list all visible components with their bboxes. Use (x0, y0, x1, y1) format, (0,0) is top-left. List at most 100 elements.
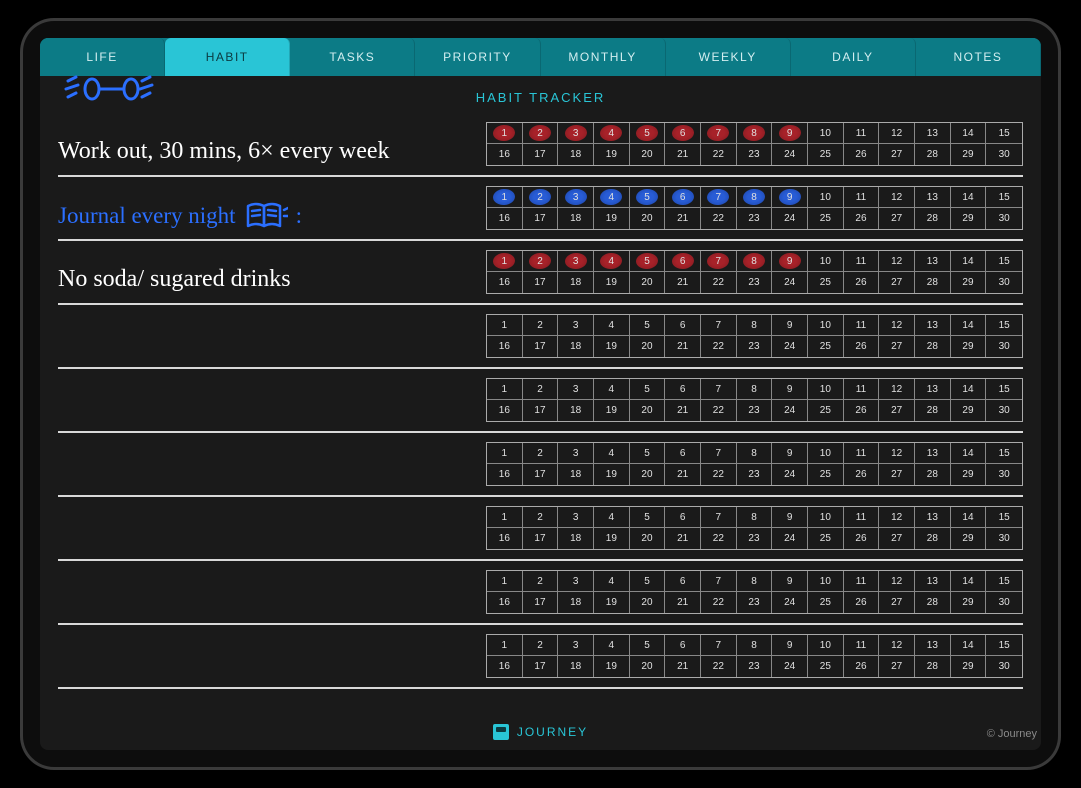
day-cell[interactable]: 27 (879, 272, 915, 293)
day-cell[interactable]: 3 (558, 507, 594, 528)
day-cell[interactable]: 21 (665, 336, 701, 357)
day-cell[interactable]: 27 (879, 592, 915, 613)
day-cell[interactable]: 11 (844, 507, 880, 528)
day-cell[interactable]: 18 (558, 464, 594, 485)
day-cell[interactable]: 17 (523, 592, 559, 613)
day-cell[interactable]: 12 (879, 379, 915, 400)
day-cell[interactable]: 8 (737, 507, 773, 528)
day-cell[interactable]: 4 (594, 443, 630, 464)
day-cell[interactable]: 9 (772, 187, 808, 208)
day-cell[interactable]: 27 (879, 464, 915, 485)
day-cell[interactable]: 2 (523, 123, 559, 144)
day-cell[interactable]: 29 (951, 528, 987, 549)
day-cell[interactable]: 23 (737, 656, 773, 677)
day-cell[interactable]: 12 (879, 507, 915, 528)
day-cell[interactable]: 3 (558, 379, 594, 400)
day-cell[interactable]: 17 (523, 528, 559, 549)
day-cell[interactable]: 6 (665, 635, 701, 656)
day-cell[interactable]: 2 (523, 315, 559, 336)
day-cell[interactable]: 19 (594, 464, 630, 485)
day-cell[interactable]: 20 (630, 336, 666, 357)
day-cell[interactable]: 9 (772, 251, 808, 272)
day-cell[interactable]: 21 (665, 464, 701, 485)
day-cell[interactable]: 24 (772, 208, 808, 229)
day-cell[interactable]: 1 (487, 635, 523, 656)
day-cell[interactable]: 3 (558, 315, 594, 336)
day-cell[interactable]: 9 (772, 315, 808, 336)
day-cell[interactable]: 14 (951, 315, 987, 336)
day-cell[interactable]: 24 (772, 464, 808, 485)
day-cell[interactable]: 5 (630, 315, 666, 336)
day-cell[interactable]: 25 (808, 400, 844, 421)
day-cell[interactable]: 23 (737, 272, 773, 293)
day-cell[interactable]: 20 (630, 592, 666, 613)
day-cell[interactable]: 22 (701, 464, 737, 485)
day-cell[interactable]: 26 (844, 208, 880, 229)
day-cell[interactable]: 17 (523, 144, 559, 165)
day-cell[interactable]: 19 (594, 656, 630, 677)
day-cell[interactable]: 30 (986, 528, 1022, 549)
brand[interactable]: JOURNEY (493, 724, 588, 740)
day-cell[interactable]: 18 (558, 272, 594, 293)
day-cell[interactable]: 10 (808, 251, 844, 272)
day-cell[interactable]: 23 (737, 144, 773, 165)
day-cell[interactable]: 14 (951, 123, 987, 144)
day-cell[interactable]: 18 (558, 592, 594, 613)
day-cell[interactable]: 19 (594, 208, 630, 229)
day-cell[interactable]: 18 (558, 528, 594, 549)
day-cell[interactable]: 18 (558, 400, 594, 421)
day-cell[interactable]: 15 (986, 571, 1022, 592)
day-cell[interactable]: 26 (844, 144, 880, 165)
day-cell[interactable]: 6 (665, 251, 701, 272)
day-cell[interactable]: 28 (915, 400, 951, 421)
day-cell[interactable]: 1 (487, 315, 523, 336)
habit-label-area[interactable] (58, 561, 478, 623)
day-cell[interactable]: 1 (487, 443, 523, 464)
day-cell[interactable]: 6 (665, 443, 701, 464)
day-cell[interactable]: 28 (915, 464, 951, 485)
day-cell[interactable]: 27 (879, 144, 915, 165)
day-cell[interactable]: 29 (951, 336, 987, 357)
day-cell[interactable]: 16 (487, 464, 523, 485)
day-cell[interactable]: 3 (558, 187, 594, 208)
day-cell[interactable]: 14 (951, 507, 987, 528)
day-cell[interactable]: 17 (523, 336, 559, 357)
day-cell[interactable]: 12 (879, 635, 915, 656)
day-cell[interactable]: 10 (808, 571, 844, 592)
day-cell[interactable]: 11 (844, 571, 880, 592)
day-cell[interactable]: 22 (701, 400, 737, 421)
day-cell[interactable]: 16 (487, 592, 523, 613)
day-cell[interactable]: 14 (951, 443, 987, 464)
day-cell[interactable]: 8 (737, 315, 773, 336)
day-cell[interactable]: 4 (594, 571, 630, 592)
day-cell[interactable]: 27 (879, 400, 915, 421)
day-cell[interactable]: 24 (772, 272, 808, 293)
day-cell[interactable]: 20 (630, 400, 666, 421)
day-cell[interactable]: 10 (808, 507, 844, 528)
day-cell[interactable]: 10 (808, 635, 844, 656)
day-cell[interactable]: 1 (487, 507, 523, 528)
day-cell[interactable]: 22 (701, 144, 737, 165)
day-cell[interactable]: 22 (701, 592, 737, 613)
habit-label-area[interactable]: No soda/ sugared drinks (58, 241, 478, 303)
day-cell[interactable]: 13 (915, 507, 951, 528)
day-cell[interactable]: 2 (523, 443, 559, 464)
day-cell[interactable]: 12 (879, 251, 915, 272)
day-cell[interactable]: 23 (737, 208, 773, 229)
day-cell[interactable]: 21 (665, 528, 701, 549)
day-cell[interactable]: 10 (808, 187, 844, 208)
day-cell[interactable]: 9 (772, 507, 808, 528)
day-cell[interactable]: 6 (665, 379, 701, 400)
day-cell[interactable]: 2 (523, 251, 559, 272)
day-cell[interactable]: 26 (844, 528, 880, 549)
day-cell[interactable]: 25 (808, 656, 844, 677)
day-cell[interactable]: 7 (701, 443, 737, 464)
day-cell[interactable]: 12 (879, 443, 915, 464)
day-cell[interactable]: 18 (558, 208, 594, 229)
day-cell[interactable]: 22 (701, 208, 737, 229)
day-cell[interactable]: 28 (915, 272, 951, 293)
day-cell[interactable]: 11 (844, 251, 880, 272)
day-cell[interactable]: 8 (737, 443, 773, 464)
tab-monthly[interactable]: MONTHLY (541, 38, 666, 76)
day-cell[interactable]: 25 (808, 528, 844, 549)
